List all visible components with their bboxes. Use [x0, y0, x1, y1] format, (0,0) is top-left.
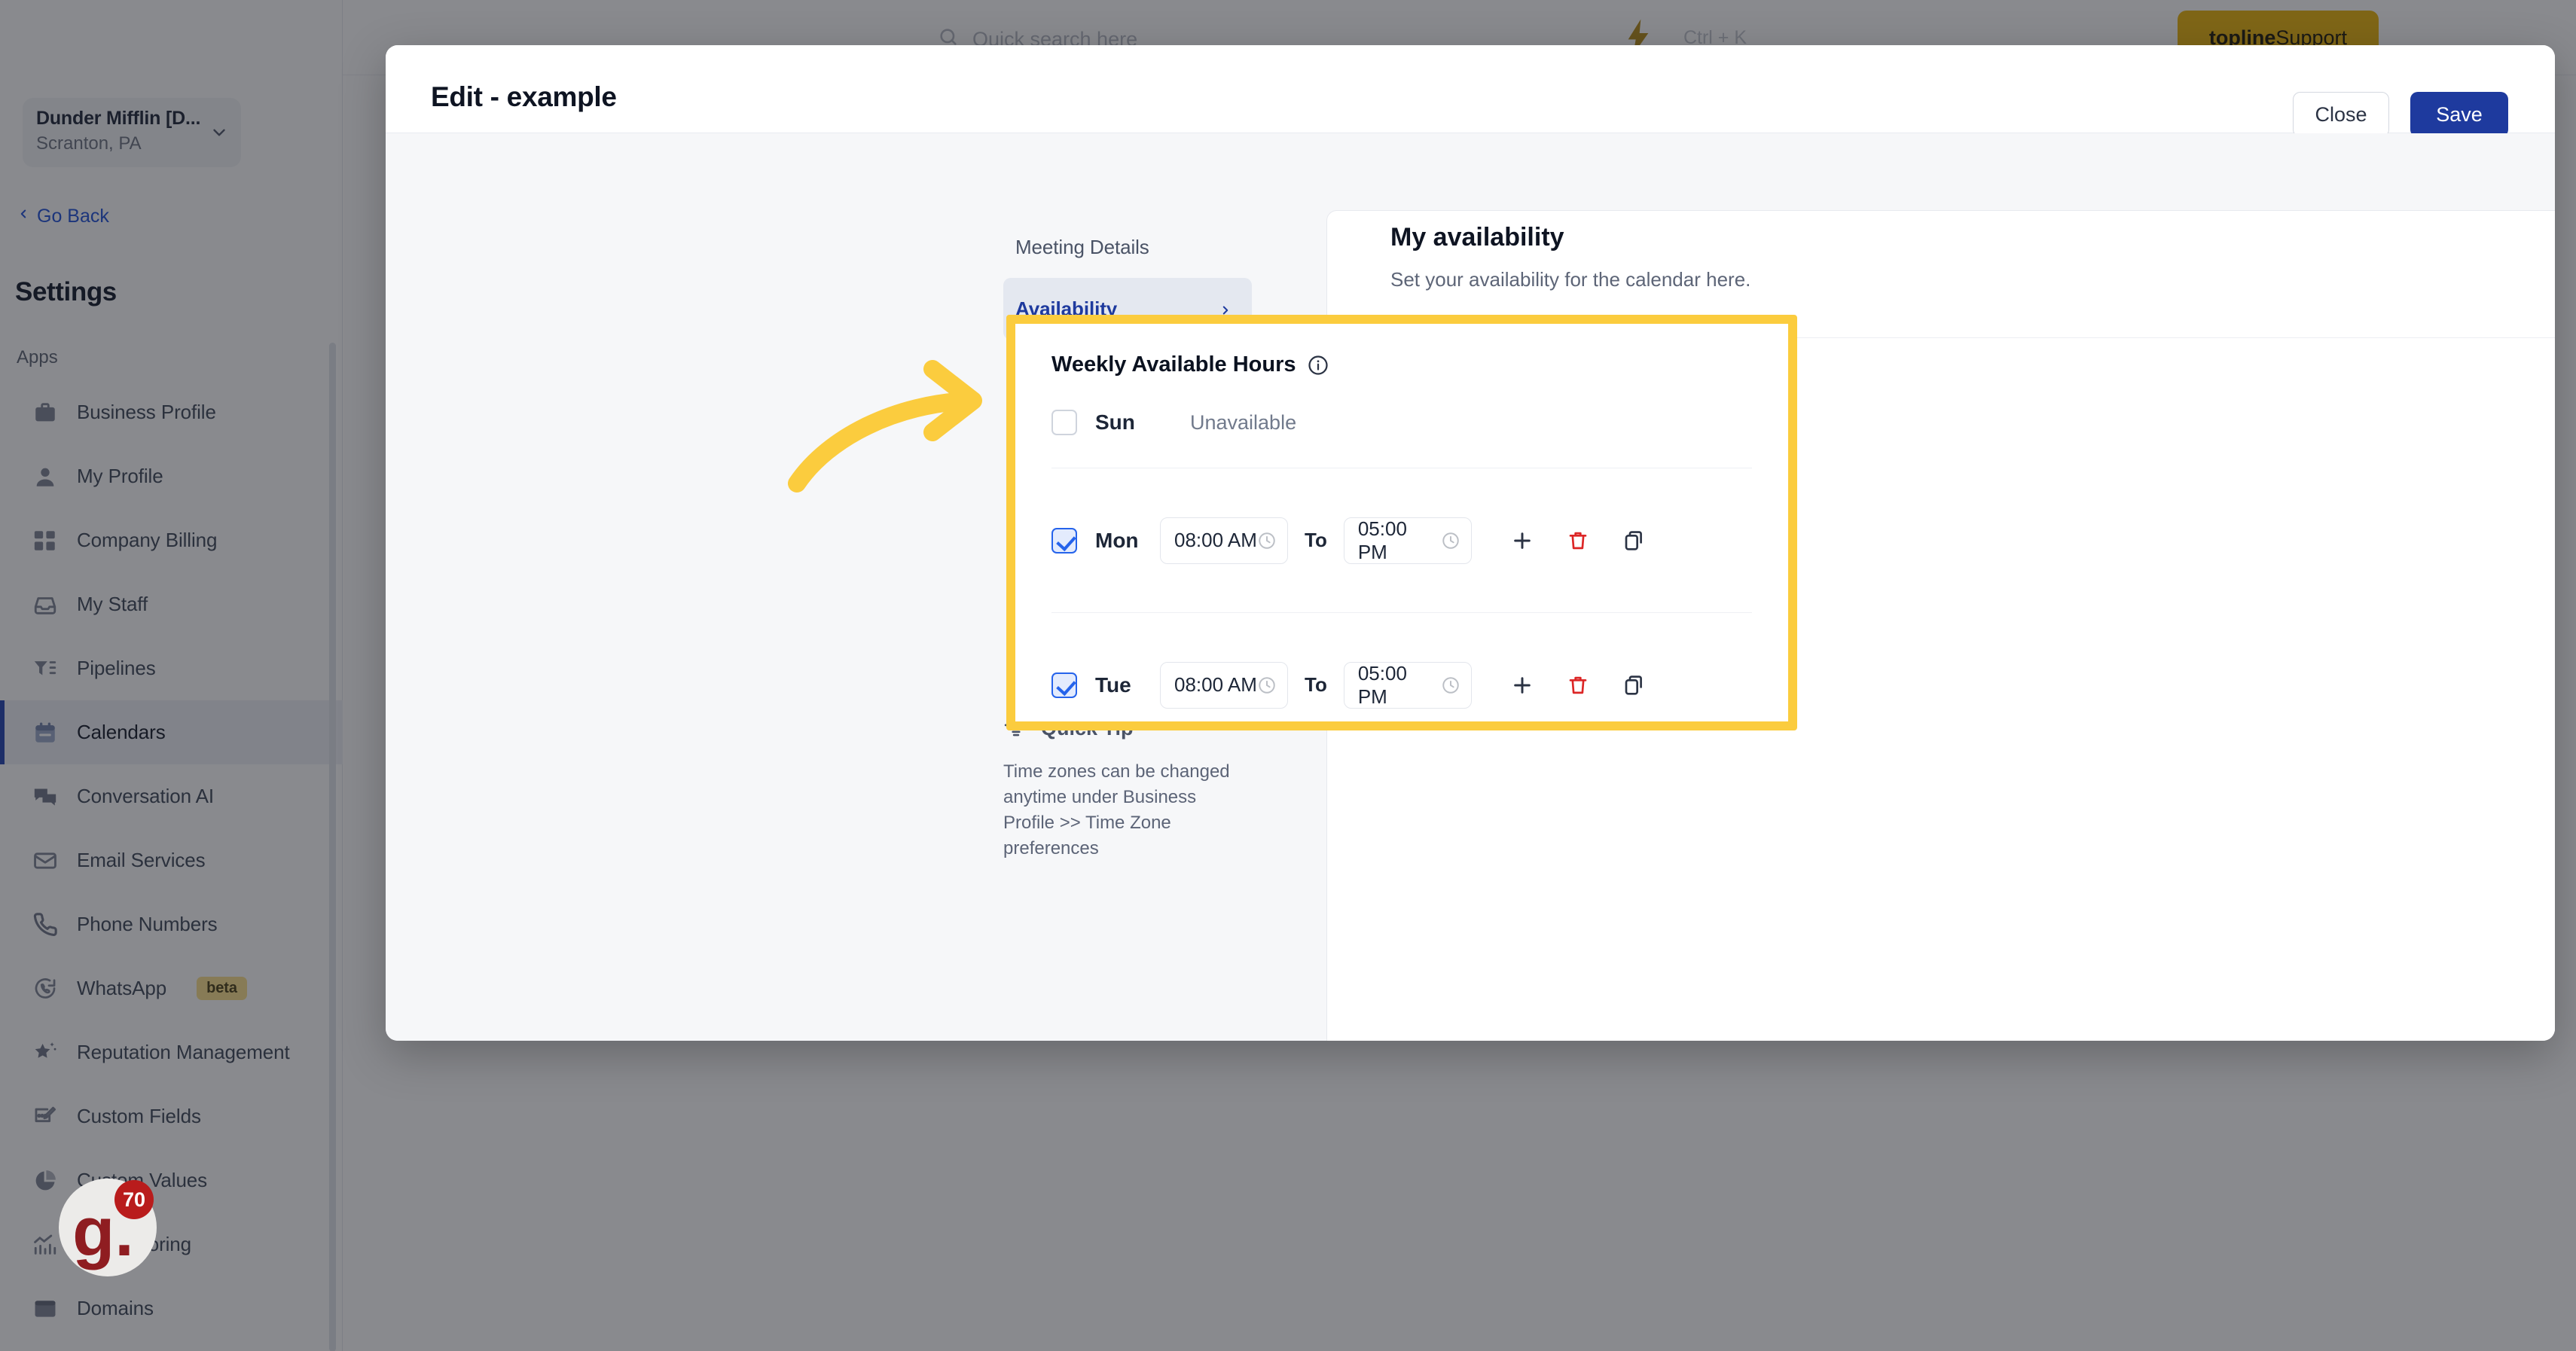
weekly-available-hours-title-row: Weekly Available Hours — [1051, 324, 1752, 377]
start-time-input-mon[interactable]: 08:00 AM — [1160, 517, 1288, 564]
clock-icon — [1257, 531, 1277, 550]
day-label: Sun — [1095, 410, 1135, 434]
weekly-available-hours-card: Weekly Available Hours Sun Unavailable M… — [1006, 315, 1797, 730]
end-time-value: 05:00 PM — [1357, 661, 1407, 708]
to-label: To — [1305, 673, 1327, 696]
copy-slot-icon[interactable] — [1621, 528, 1647, 554]
quick-tip-body: Time zones can be changed anytime under … — [1003, 761, 1230, 859]
help-widget-badge: 70 — [114, 1180, 154, 1219]
tab-label: Meeting Details — [1015, 235, 1149, 258]
row-actions-tue — [1509, 672, 1647, 698]
help-widget-launcher[interactable]: g. 70 — [59, 1179, 157, 1276]
availability-title: My availability — [1390, 223, 1564, 252]
modal-header: Edit - example Close Save — [386, 45, 2555, 137]
clock-icon — [1257, 676, 1277, 695]
unavailable-label: Unavailable — [1190, 410, 1297, 434]
day-checkbox-sun[interactable] — [1051, 410, 1077, 435]
save-button[interactable]: Save — [2410, 92, 2508, 137]
add-slot-icon[interactable] — [1509, 672, 1535, 698]
start-time-value: 08:00 AM — [1174, 673, 1257, 696]
modal-title: Edit - example — [431, 81, 617, 112]
annotation-arrow-icon — [783, 324, 1024, 505]
availability-subtitle: Set your availability for the calendar h… — [1390, 268, 1751, 291]
availability-row-sun: Sun Unavailable — [1051, 377, 1752, 468]
start-time-value: 08:00 AM — [1174, 529, 1257, 551]
clock-icon — [1441, 676, 1460, 695]
quick-tip-block: Quick Tip Time zones can be changed anyt… — [1003, 712, 1252, 862]
end-time-input-mon[interactable]: 05:00 PM — [1343, 517, 1472, 564]
info-icon[interactable] — [1307, 354, 1329, 377]
close-button[interactable]: Close — [2293, 92, 2389, 137]
delete-slot-icon[interactable] — [1565, 672, 1591, 698]
day-label: Tue — [1095, 672, 1131, 697]
availability-row-tue: Tue 08:00 AM To 05:00 PM — [1051, 612, 1752, 721]
start-time-input-tue[interactable]: 08:00 AM — [1160, 661, 1288, 709]
day-checkbox-mon[interactable] — [1051, 527, 1077, 554]
to-label: To — [1305, 529, 1327, 551]
availability-row-mon: Mon 08:00 AM To 05:00 PM — [1051, 468, 1752, 612]
end-time-value: 05:00 PM — [1357, 517, 1407, 563]
end-time-input-tue[interactable]: 05:00 PM — [1343, 661, 1472, 709]
day-label: Mon — [1095, 528, 1139, 552]
add-slot-icon[interactable] — [1509, 528, 1535, 554]
day-checkbox-tue[interactable] — [1051, 672, 1077, 698]
row-actions-mon — [1509, 528, 1647, 554]
copy-slot-icon[interactable] — [1621, 672, 1647, 698]
weekly-available-hours-title: Weekly Available Hours — [1051, 352, 1296, 377]
delete-slot-icon[interactable] — [1565, 528, 1591, 554]
clock-icon — [1441, 531, 1460, 550]
tab-meeting-details[interactable]: Meeting Details — [1003, 216, 1252, 278]
